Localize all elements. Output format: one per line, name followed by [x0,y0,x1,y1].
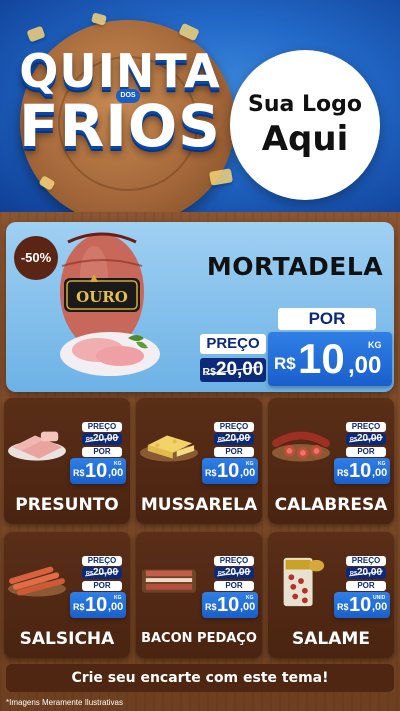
salsicha-image [8,566,66,597]
product-price-cents: ,00 [108,467,124,479]
product-old-price: R$20,00 [214,433,254,445]
product-name: SALSICHA [19,629,115,649]
product-por-label: POR [214,581,254,591]
featured-currency: R$ [274,354,296,373]
product-unit: UNID [373,595,386,601]
product-price-label: PREÇO [82,422,122,432]
product-por-label: POR [346,447,386,457]
bacon-image [142,569,196,593]
product-currency: R$ [205,468,217,478]
product-por-label: POR [214,447,254,457]
product-price-cents: ,00 [108,601,124,613]
featured-old-price: R$20,00 [200,358,266,382]
product-price-cents: ,00 [240,467,256,479]
product-old-price: R$20,00 [346,567,386,579]
cheese-cube-graphic [208,168,234,186]
discount-badge: -50% [14,236,58,280]
title-dos-badge: DOS [116,89,140,103]
product-old-price: R$20,00 [346,433,386,445]
product-old-price: R$20,00 [82,433,122,445]
product-price-cents: ,00 [372,601,388,613]
cheese-cube-graphic [90,12,108,26]
featured-por-label: POR [278,308,376,330]
cta-banner[interactable]: Crie seu encarte com este tema! [6,664,394,692]
cheese-cube-graphic [26,25,46,43]
product-currency: R$ [73,468,85,478]
product-por-label: POR [82,447,122,457]
product-name: CALABRESA [274,495,388,515]
product-currency: R$ [73,602,85,612]
product-price-int: 10 [217,460,240,482]
product-unit: KG [378,461,386,467]
product-name: SALAME [292,629,370,649]
disclaimer-text: *Imagens Meramente Ilustrativas [6,698,123,707]
product-price-int: 10 [85,460,108,482]
product-price-label: PREÇO [214,556,254,566]
product-por-label: POR [346,581,386,591]
product-new-price: R$ 10 ,00 KG [334,458,390,484]
product-old-price: R$20,00 [214,567,254,579]
product-old-price: R$20,00 [82,567,122,579]
product-new-price: R$ 10 ,00 KG [70,458,126,484]
title-quinta: QUINTA [19,44,221,98]
product-price-int: 10 [85,594,108,616]
logo-placeholder: Sua Logo Aqui [230,50,380,200]
product-unit: KG [114,595,122,601]
featured-unit: KG [368,340,382,350]
product-price-label: PREÇO [346,556,386,566]
campaign-title: QUINTA DOS FRIOS [0,48,240,156]
product-new-price: R$ 10 ,00 KG [202,592,258,618]
product-price-label: PREÇO [214,422,254,432]
header-banner: QUINTA DOS FRIOS Sua Logo Aqui [0,0,400,212]
product-currency: R$ [205,602,217,612]
product-price-cents: ,00 [372,467,388,479]
salame-image [283,557,325,607]
mortadela-brand: OURO [76,288,128,306]
featured-new-price: R$ 10 ,00 KG [268,332,392,386]
mussarela-image [140,435,198,462]
product-por-label: POR [82,581,122,591]
mortadela-image: OURO [60,232,160,376]
title-frios: FRIOS [19,92,221,160]
product-price-label: PREÇO [346,422,386,432]
featured-price-int: 10 [298,335,345,382]
product-currency: R$ [337,468,349,478]
featured-price-cents: ,00 [348,352,382,379]
product-unit: KG [246,461,254,467]
presunto-image [8,431,66,461]
product-price-int: 10 [349,594,372,616]
calabresa-image [272,431,330,462]
product-name: MUSSARELA [140,495,258,515]
featured-product-name: MORTADELA [206,252,384,281]
product-name: PRESUNTO [15,495,119,515]
product-new-price: R$ 10 ,00 KG [70,592,126,618]
product-unit: KG [246,595,254,601]
product-price-int: 10 [217,594,240,616]
logo-text-line2: Aqui [261,119,349,159]
product-new-price: R$ 10 ,00 UNID [334,592,390,618]
product-name: BACON PEDAÇO [141,631,257,646]
product-unit: KG [114,461,122,467]
product-new-price: R$ 10 ,00 KG [202,458,258,484]
product-price-label: PREÇO [82,556,122,566]
product-currency: R$ [337,602,349,612]
logo-text-line1: Sua Logo [247,92,362,117]
product-price-cents: ,00 [240,601,256,613]
product-price-int: 10 [349,460,372,482]
featured-price-label: PREÇO [200,334,266,354]
